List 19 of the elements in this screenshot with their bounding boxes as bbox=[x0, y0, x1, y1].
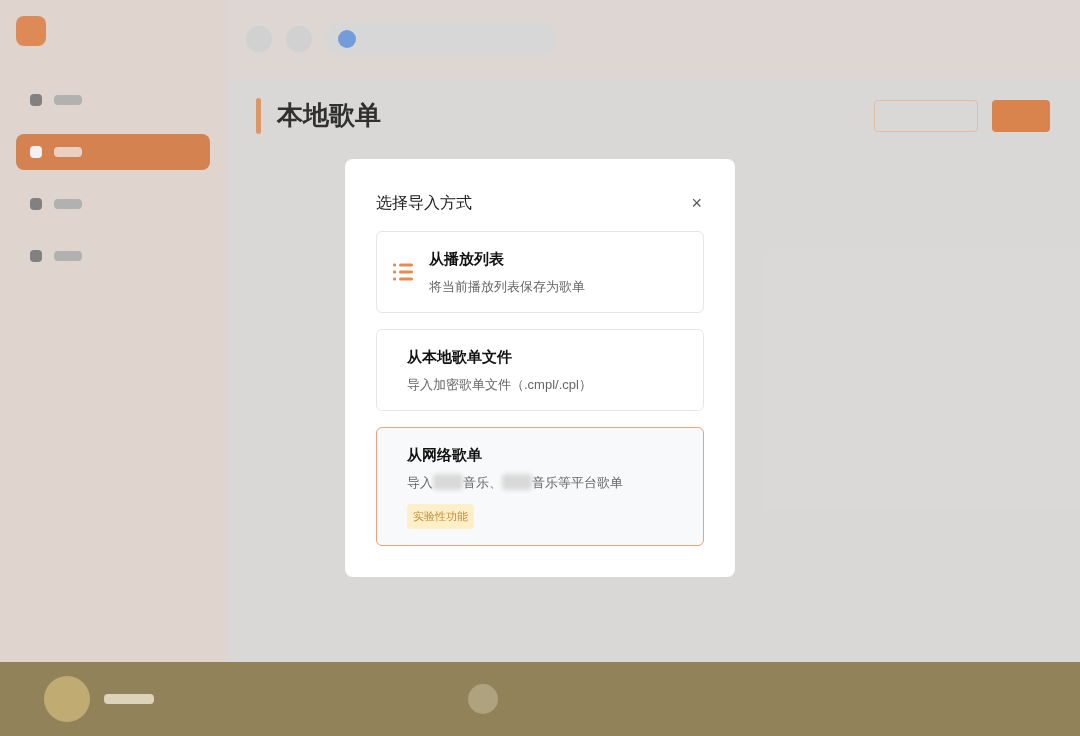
nav-item[interactable] bbox=[16, 134, 210, 170]
experimental-badge: 实验性功能 bbox=[407, 504, 474, 529]
option-title: 从本地歌单文件 bbox=[407, 347, 512, 367]
list-icon bbox=[393, 263, 413, 281]
import-option[interactable]: 从本地歌单文件 导入加密歌单文件（.cmpl/.cpl） bbox=[376, 329, 704, 411]
option-description: 导入 音乐、 音乐等平台歌单 bbox=[407, 473, 623, 492]
import-option[interactable]: 从播放列表 将当前播放列表保存为歌单 bbox=[376, 231, 704, 313]
close-button[interactable]: × bbox=[691, 194, 702, 212]
dialog-title: 选择导入方式 bbox=[376, 193, 472, 213]
redaction-block bbox=[433, 474, 463, 491]
page-heading: 本地歌单 bbox=[277, 99, 381, 132]
import-option[interactable]: 从网络歌单 导入 音乐、 音乐等平台歌单 实验性功能 bbox=[376, 427, 704, 546]
option-title: 从网络歌单 bbox=[407, 445, 482, 465]
option-title: 从播放列表 bbox=[429, 249, 504, 269]
app-logo-icon bbox=[16, 16, 46, 46]
option-description: 将当前播放列表保存为歌单 bbox=[429, 277, 585, 296]
redaction-block bbox=[502, 474, 532, 491]
option-description: 导入加密歌单文件（.cmpl/.cpl） bbox=[407, 375, 592, 394]
filled-button-placeholder bbox=[992, 99, 1050, 132]
